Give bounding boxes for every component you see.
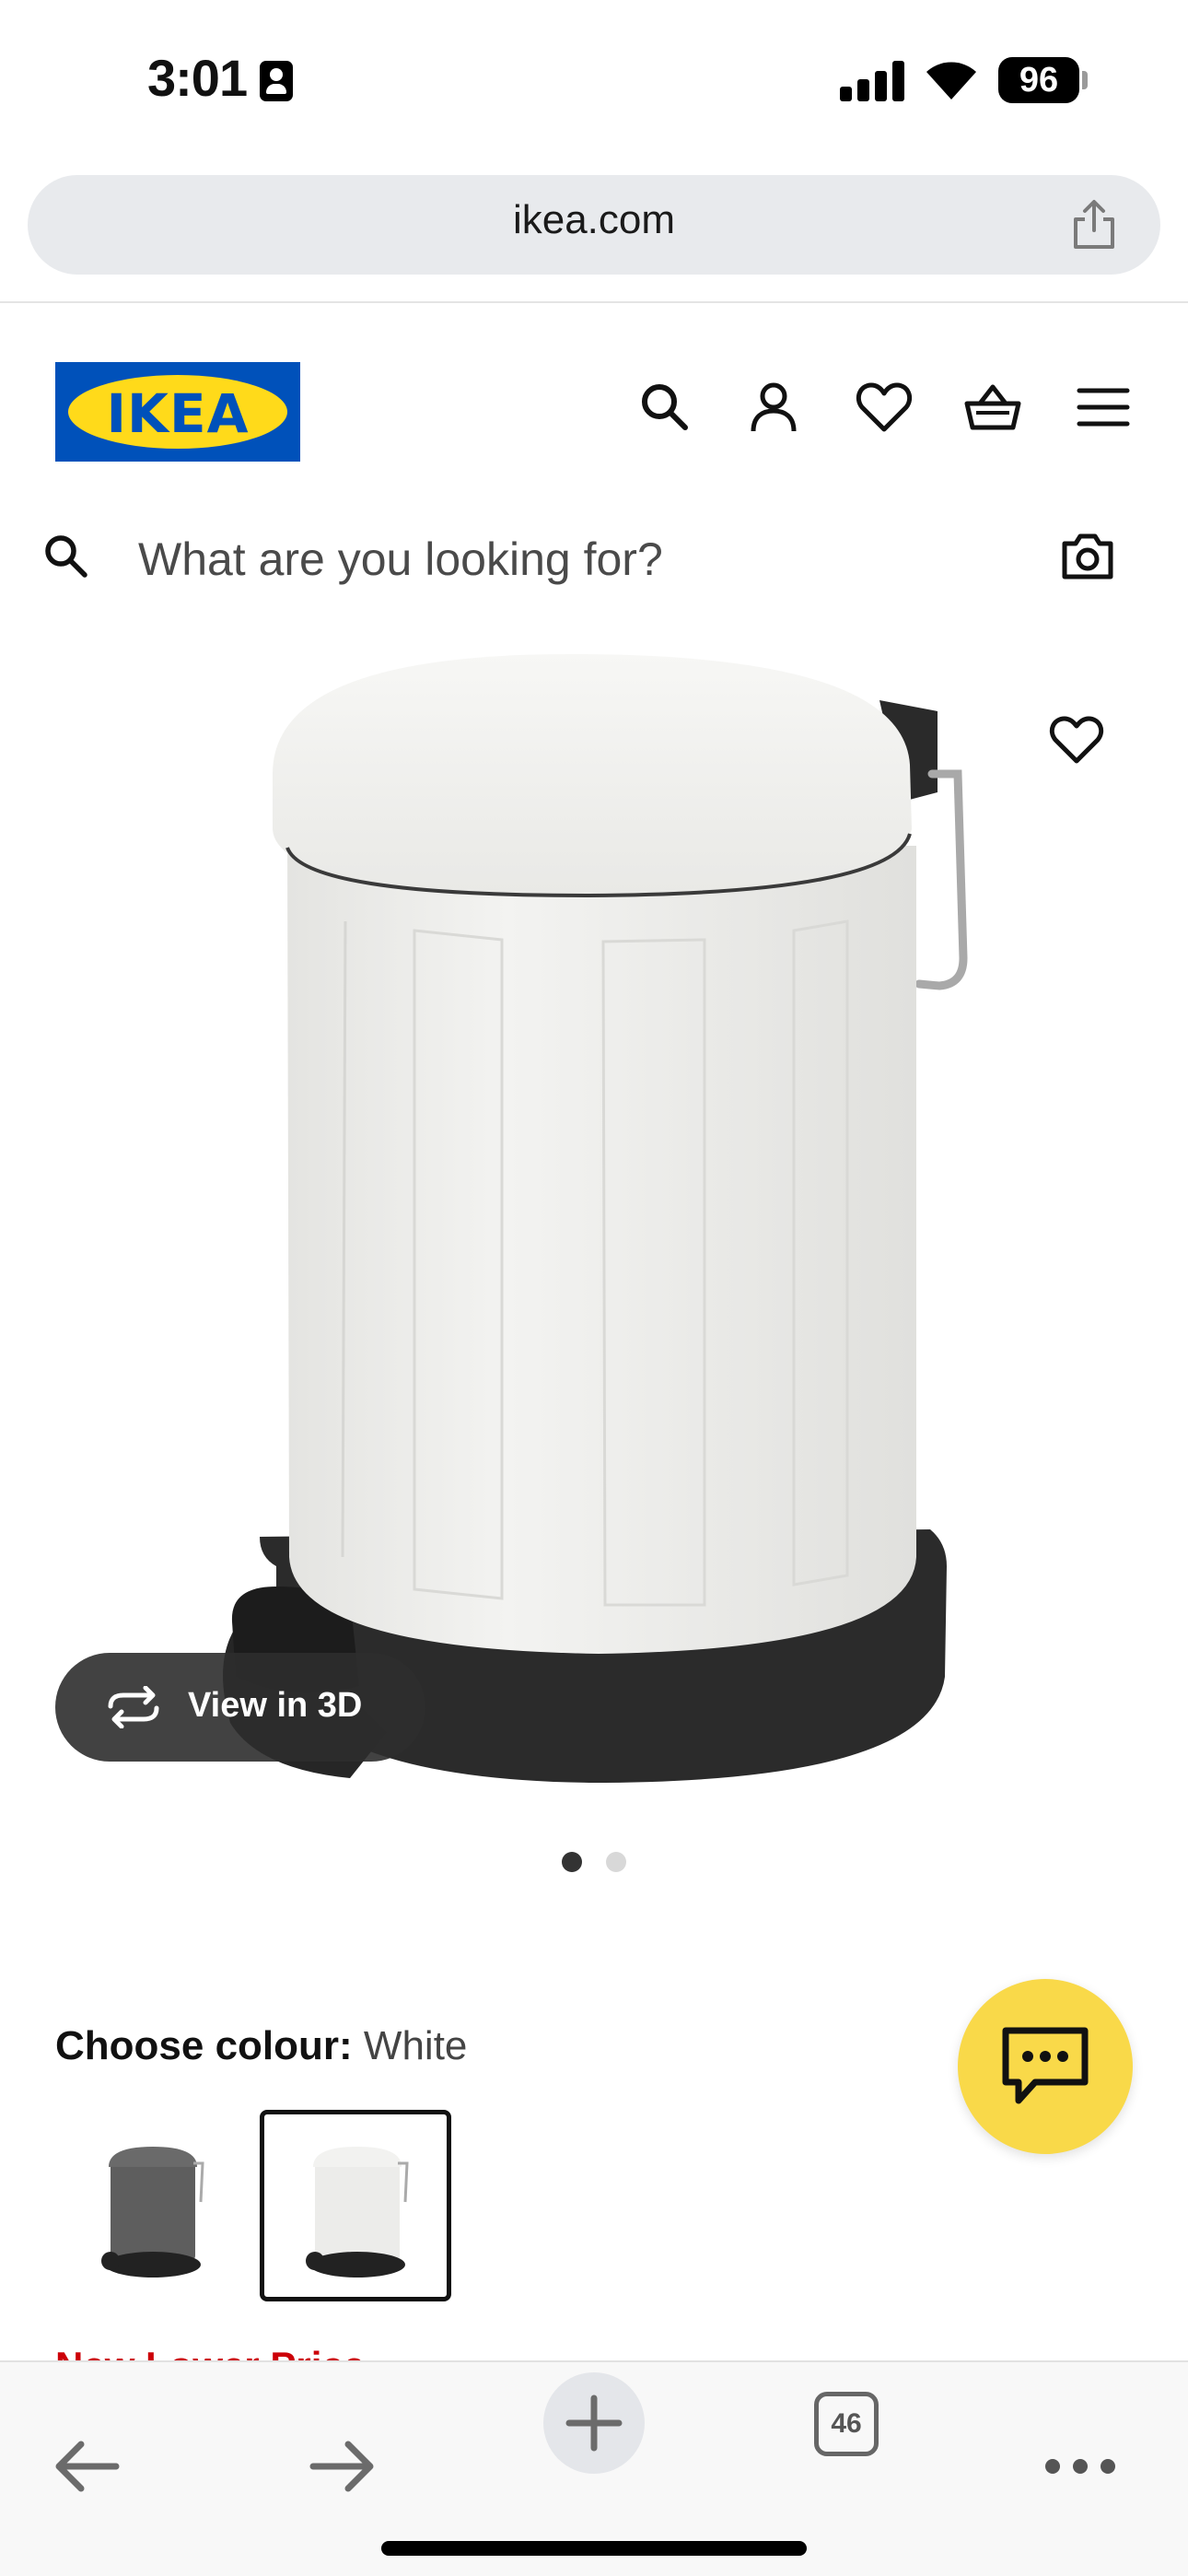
new-tab-button[interactable] — [543, 2372, 645, 2474]
forward-icon[interactable] — [291, 2416, 392, 2517]
gallery-pagination — [0, 1852, 1188, 1874]
url-text[interactable]: ikea.com — [28, 197, 1160, 243]
address-bar[interactable]: ikea.com — [28, 175, 1160, 275]
contact-card-icon — [260, 61, 293, 101]
account-icon[interactable] — [744, 378, 803, 437]
basket-icon[interactable] — [963, 378, 1022, 437]
ikea-logo[interactable]: IKEA — [55, 362, 300, 462]
colour-swatch-white[interactable] — [260, 2110, 451, 2301]
add-to-favourites-heart-icon[interactable] — [1048, 711, 1105, 768]
battery-level: 96 — [1019, 61, 1059, 100]
menu-icon[interactable] — [1074, 378, 1133, 437]
more-icon[interactable] — [1030, 2416, 1131, 2517]
cellular-signal-icon — [840, 61, 906, 101]
colour-swatch-dark-grey[interactable] — [55, 2110, 247, 2301]
camera-icon[interactable] — [1059, 529, 1116, 584]
wifi-icon — [926, 62, 976, 100]
plus-icon — [565, 2395, 623, 2452]
home-indicator — [381, 2541, 807, 2556]
view-in-3d-label: View in 3D — [188, 1686, 363, 1725]
share-icon[interactable] — [1066, 197, 1122, 252]
view-in-3d-button[interactable]: View in 3D — [55, 1653, 425, 1762]
pagination-dot-active[interactable] — [562, 1852, 582, 1872]
search-icon — [45, 535, 87, 578]
search-input[interactable]: What are you looking for? — [138, 533, 663, 586]
search-bar[interactable]: What are you looking for? — [0, 516, 1188, 599]
colour-selector-heading: Choose colour: White — [55, 2023, 467, 2069]
swatch-bin-dark-grey — [101, 2147, 204, 2277]
colour-value: White — [363, 2023, 468, 2068]
colour-label: Choose colour: — [55, 2023, 353, 2068]
chat-icon — [1002, 2027, 1089, 2104]
tabs-icon[interactable]: 46 — [814, 2392, 879, 2456]
back-icon[interactable] — [37, 2416, 138, 2517]
battery-icon: 96 — [998, 57, 1079, 103]
status-time: 3:01 — [147, 49, 248, 107]
status-bar: 3:01 96 — [0, 0, 1188, 157]
heart-icon[interactable] — [855, 378, 914, 437]
chat-button[interactable] — [958, 1979, 1133, 2154]
divider — [0, 301, 1188, 303]
logo-text: IKEA — [106, 382, 250, 445]
swatch-bin-white — [306, 2147, 409, 2277]
search-icon[interactable] — [635, 378, 694, 437]
battery-cap — [1082, 71, 1088, 89]
product-image[interactable] — [0, 636, 1188, 1824]
rotate-3d-icon — [108, 1686, 159, 1728]
pagination-dot[interactable] — [606, 1852, 626, 1872]
